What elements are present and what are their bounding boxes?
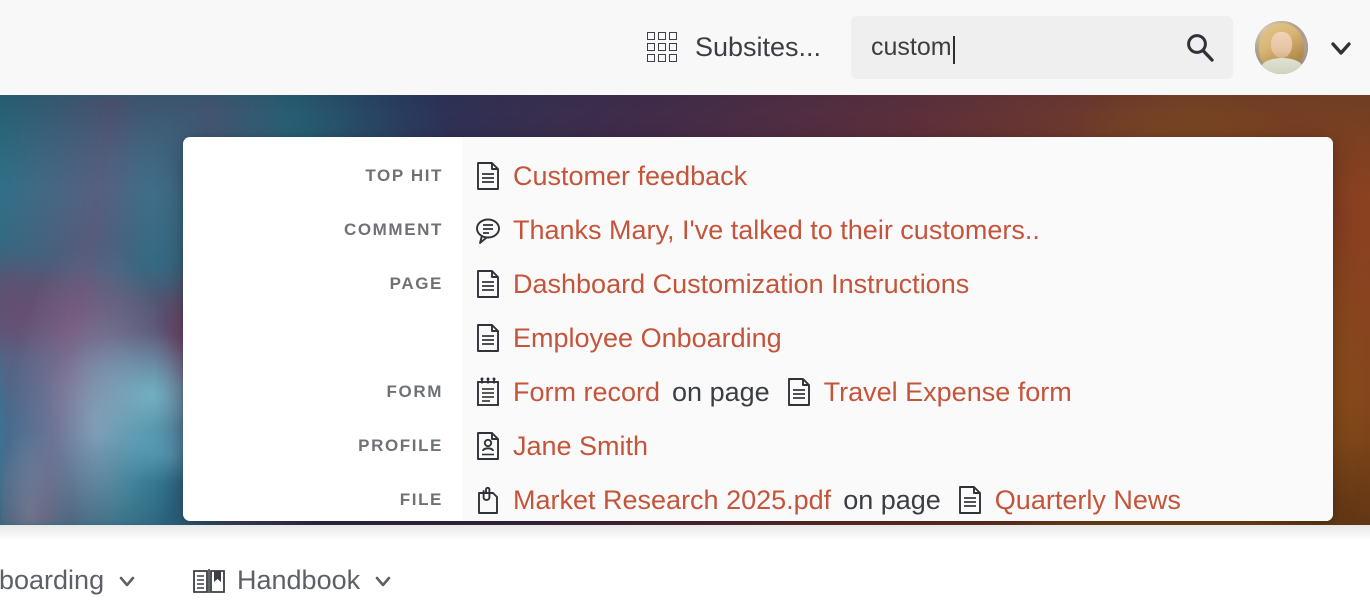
search-result-row[interactable]: PROFILE Jane Smith <box>183 419 1333 473</box>
avatar-body <box>1261 58 1303 74</box>
page-icon <box>473 160 503 192</box>
nav-item-onboarding[interactable]: boarding <box>0 565 139 596</box>
open-book-icon <box>192 567 226 595</box>
nav-item-handbook[interactable]: Handbook <box>192 565 395 596</box>
page-icon <box>784 376 814 408</box>
avatar[interactable] <box>1255 21 1308 74</box>
app-root: Subsites... custom TOP HIT Customer feed… <box>0 0 1370 615</box>
result-category-label: FORM <box>386 382 443 401</box>
file-attachment-icon <box>473 484 503 516</box>
search-result-row[interactable]: Employee Onboarding <box>183 311 1333 365</box>
result-category-label: COMMENT <box>343 220 443 239</box>
result-link[interactable]: Employee Onboarding <box>513 323 782 354</box>
result-category-label: PAGE <box>389 274 443 293</box>
result-link[interactable]: Jane Smith <box>513 431 648 462</box>
comment-icon <box>473 214 503 246</box>
grid-apps-icon[interactable] <box>646 31 679 64</box>
page-icon <box>955 484 985 516</box>
chevron-down-icon[interactable] <box>371 569 395 593</box>
search-result-row[interactable]: COMMENT Thanks Mary, I've talked to their… <box>183 203 1333 257</box>
search-result-row[interactable]: PAGE Dashboard Customization Instructions <box>183 257 1333 311</box>
result-secondary-link[interactable]: Quarterly News <box>995 485 1181 516</box>
result-link[interactable]: Dashboard Customization Instructions <box>513 269 969 300</box>
search-input-value: custom <box>871 33 952 61</box>
bottom-navigation-bar: boarding Handbook <box>0 525 1370 615</box>
result-link[interactable]: Thanks Mary, I've talked to their custom… <box>513 215 1040 246</box>
chevron-down-icon[interactable] <box>115 569 139 593</box>
search-result-row[interactable]: TOP HIT Customer feedback <box>183 149 1333 203</box>
result-secondary-link[interactable]: Travel Expense form <box>824 377 1072 408</box>
result-content: Thanks Mary, I've talked to their custom… <box>462 214 1333 246</box>
result-content: Jane Smith <box>462 430 1333 462</box>
search-icon[interactable] <box>1183 31 1217 65</box>
subsites-menu-label[interactable]: Subsites... <box>695 32 821 63</box>
search-result-row[interactable]: FILE Market Research 2025.pdf on page Quart… <box>183 473 1333 521</box>
page-icon <box>473 268 503 300</box>
result-category-label: FILE <box>399 490 443 509</box>
top-header-bar: Subsites... custom <box>0 0 1370 95</box>
page-icon <box>473 322 503 354</box>
profile-icon <box>473 430 503 462</box>
chevron-down-icon[interactable] <box>1326 33 1356 63</box>
result-category-label: TOP HIT <box>365 166 443 185</box>
text-cursor <box>952 35 955 64</box>
result-content: Customer feedback <box>462 160 1333 192</box>
result-connector-text: on page <box>843 484 941 515</box>
result-content: Dashboard Customization Instructions <box>462 268 1333 300</box>
nav-item-handbook-label: Handbook <box>237 565 361 595</box>
result-link[interactable]: Customer feedback <box>513 161 747 192</box>
result-link[interactable]: Market Research 2025.pdf <box>513 485 831 516</box>
search-result-row[interactable]: FORM Form record on page Travel Expense for… <box>183 365 1333 419</box>
result-category-label: PROFILE <box>358 436 443 455</box>
result-content: Market Research 2025.pdf on page Quarterly… <box>462 484 1333 516</box>
search-results-list: TOP HIT Customer feedback COMMENT Thanks Ma… <box>183 149 1333 521</box>
result-content: Employee Onboarding <box>462 322 1333 354</box>
form-icon <box>473 376 503 408</box>
nav-item-onboarding-label: boarding <box>0 565 105 595</box>
result-content: Form record on page Travel Expense form <box>462 376 1333 408</box>
result-link[interactable]: Form record <box>513 377 660 408</box>
avatar-face <box>1271 32 1292 58</box>
result-connector-text: on page <box>672 376 770 407</box>
search-input[interactable]: custom <box>851 16 1233 79</box>
search-results-dropdown: TOP HIT Customer feedback COMMENT Thanks Ma… <box>183 137 1333 521</box>
